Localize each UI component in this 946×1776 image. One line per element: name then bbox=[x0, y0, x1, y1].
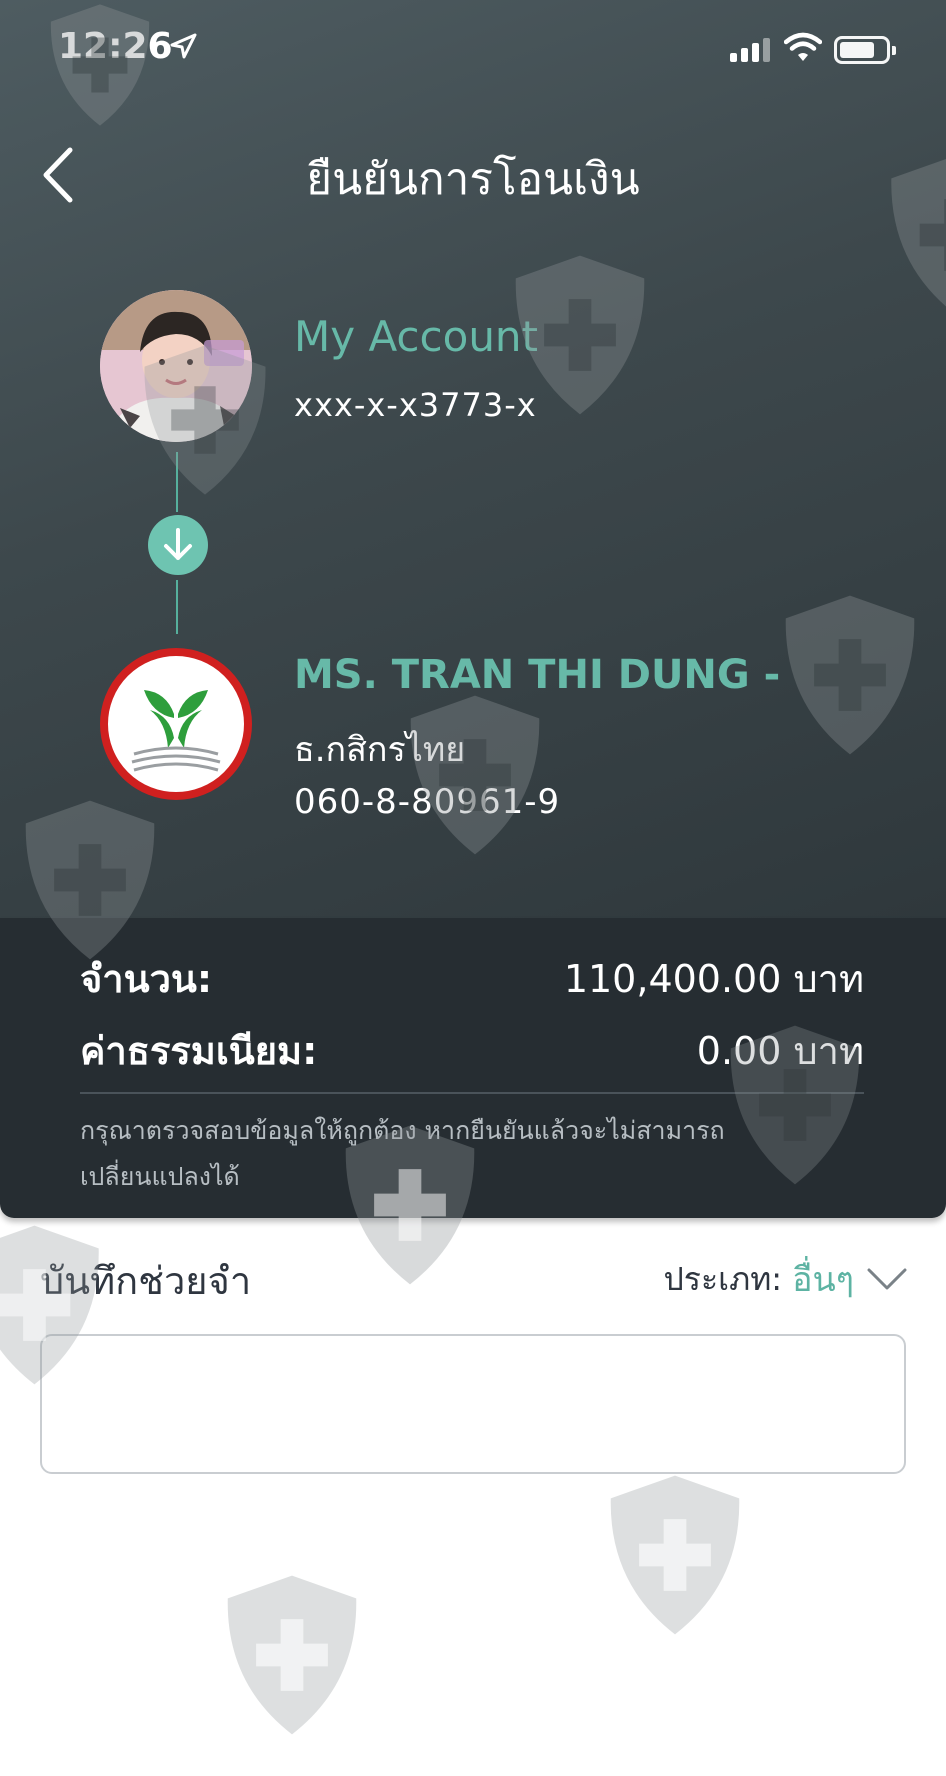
memo-type-dropdown[interactable]: ประเภท: อื่นๆ bbox=[663, 1256, 908, 1302]
memo-label: บันทึกช่วยจำ bbox=[40, 1259, 252, 1303]
connector-line bbox=[176, 580, 178, 634]
recipient-account-number: 060-8-80961-9 bbox=[294, 782, 561, 822]
cellular-signal-icon bbox=[730, 36, 770, 62]
memo-input[interactable] bbox=[40, 1334, 906, 1474]
memo-type-label: ประเภท: bbox=[663, 1259, 783, 1298]
status-bar: 12:26 bbox=[0, 0, 946, 100]
shield-watermark-icon bbox=[610, 1475, 740, 1635]
wifi-icon bbox=[784, 32, 822, 61]
profile-photo-icon bbox=[100, 290, 252, 442]
transfer-header-panel: 12:26 ยืนยันการโอนเงิน My Account xxx-x-… bbox=[0, 0, 946, 918]
recipient-name: MS. TRAN THI DUNG - bbox=[294, 652, 781, 698]
nav-header: ยืนยันการโอนเงิน bbox=[0, 130, 946, 220]
status-time: 12:26 bbox=[58, 26, 173, 67]
page-title: ยืนยันการโอนเงิน bbox=[306, 154, 640, 205]
battery-icon bbox=[834, 36, 896, 64]
connector-line bbox=[176, 452, 178, 512]
memo-type-value: อื่นๆ bbox=[792, 1260, 854, 1300]
summary-divider bbox=[80, 1092, 864, 1094]
amount-value: 110,400.00 บาท bbox=[563, 957, 864, 1001]
kasikorn-bank-logo bbox=[100, 648, 252, 800]
chevron-down-icon bbox=[867, 1268, 907, 1290]
sender-name: My Account bbox=[294, 312, 539, 361]
fee-row: ค่าธรรมเนียม: 0.00 บาท bbox=[80, 1020, 864, 1076]
transfer-summary-card: จำนวน: 110,400.00 บาท ค่าธรรมเนียม: 0.00… bbox=[0, 918, 946, 1218]
sender-avatar bbox=[100, 290, 252, 442]
fee-value: 0.00 บาท bbox=[696, 1029, 864, 1073]
location-arrow-icon bbox=[170, 33, 197, 59]
confirmation-warning-note: กรุณาตรวจสอบข้อมูลให้ถูกต้อง หากยืนยันแล… bbox=[80, 1116, 725, 1191]
shield-watermark-icon bbox=[227, 1575, 357, 1735]
arrow-down-icon bbox=[148, 515, 208, 575]
recipient-bank-name: ธ.กสิกรไทย bbox=[294, 730, 466, 770]
amount-row: จำนวน: 110,400.00 บาท bbox=[80, 948, 864, 1004]
sender-account-number: xxx-x-x3773-x bbox=[294, 386, 537, 424]
fee-label: ค่าธรรมเนียม: bbox=[80, 1029, 318, 1073]
amount-label: จำนวน: bbox=[80, 957, 213, 1001]
